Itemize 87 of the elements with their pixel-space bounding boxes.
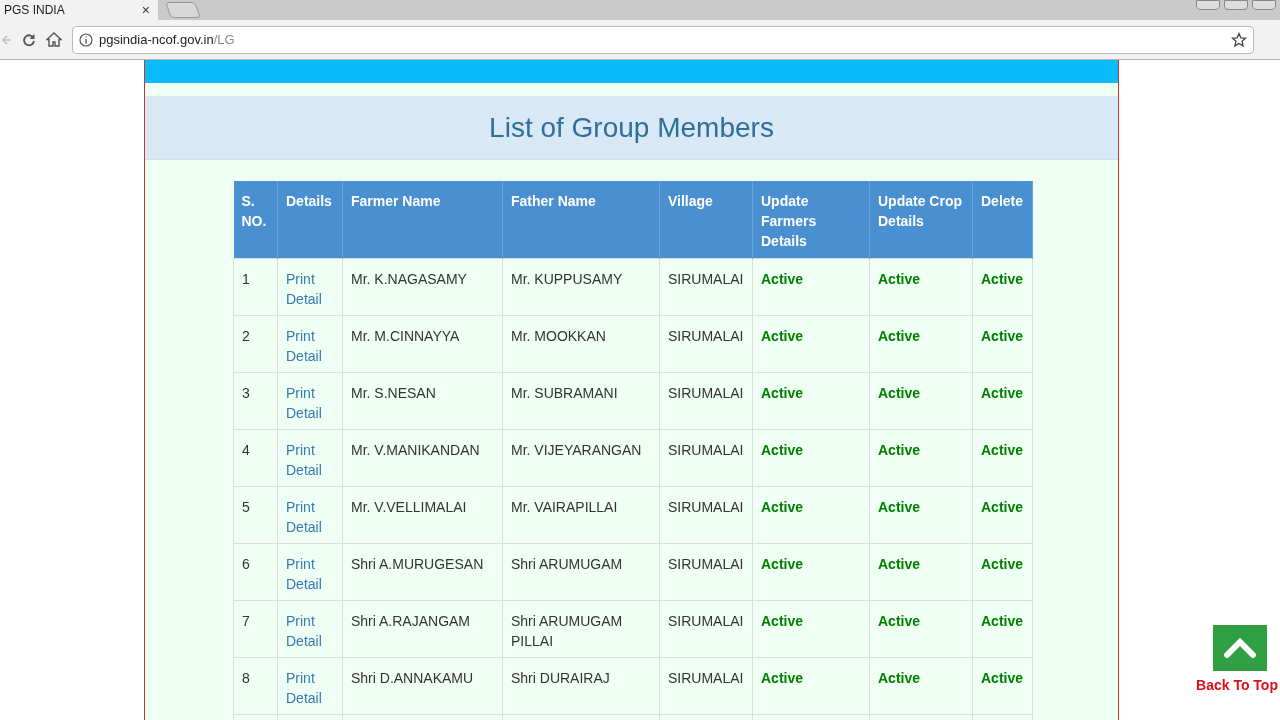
reload-icon[interactable]	[22, 32, 36, 47]
close-icon[interactable]: ×	[141, 0, 150, 21]
print-detail-link[interactable]: Print Detail	[286, 496, 334, 537]
status-cell: Active	[869, 429, 973, 486]
status-cell: Active	[752, 543, 870, 600]
table-cell: 1	[233, 258, 278, 315]
status-cell: Active	[752, 657, 870, 714]
status-cell: Active	[869, 315, 973, 372]
status-cell: Active	[869, 657, 973, 714]
table-cell: Mr. VIJEYARANGAN	[502, 429, 660, 486]
column-header: S. NO.	[233, 181, 278, 258]
status-cell: Active	[752, 258, 870, 315]
status-cell: Active	[869, 543, 973, 600]
table-cell: Mr. S.NESAN	[342, 372, 503, 429]
print-detail-link[interactable]: Print Detail	[286, 382, 334, 423]
table-cell: Shri DURAIRAJ	[502, 657, 660, 714]
table-cell: Mr. KUPPUSAMY	[502, 258, 660, 315]
table-cell: Shri A.RAJANGAM	[342, 600, 503, 657]
table-cell: Mr. M.CINNAYYA	[342, 315, 503, 372]
table-cell: 8	[233, 657, 278, 714]
table-cell: 6	[233, 543, 278, 600]
print-detail-link[interactable]: Print Detail	[286, 439, 334, 480]
print-detail-link[interactable]: Print Detail	[286, 268, 334, 309]
table-cell: SIRUMALAI	[659, 315, 753, 372]
table-cell: SIRUMALAI	[659, 258, 753, 315]
table-cell: 7	[233, 600, 278, 657]
new-tab-button[interactable]	[165, 2, 201, 18]
table-cell: SIRUMALAI	[659, 600, 753, 657]
table-cell: 3	[233, 372, 278, 429]
status-cell: Active	[972, 486, 1033, 543]
status-cell: Active	[752, 315, 870, 372]
print-detail-link[interactable]: Print Detail	[286, 325, 334, 366]
table-cell: 4	[233, 429, 278, 486]
table-cell: SIRUMALAI	[659, 657, 753, 714]
table-cell: 5	[233, 486, 278, 543]
status-cell: Active	[752, 429, 870, 486]
status-cell: Active	[972, 372, 1033, 429]
table-cell: SIRUMALAI	[659, 429, 753, 486]
status-cell: Active	[869, 258, 973, 315]
table-cell: Mr. MOOKKAN	[502, 315, 660, 372]
status-cell: Active	[972, 429, 1033, 486]
status-cell: Active	[752, 372, 870, 429]
table-cell: SIRUMALAI	[659, 486, 753, 543]
star-icon[interactable]	[1231, 31, 1247, 48]
table-cell: Mr. V.MANIKANDAN	[342, 429, 503, 486]
status-cell: Active	[869, 372, 973, 429]
status-cell: Active	[972, 600, 1033, 657]
print-detail-link[interactable]: Print Detail	[286, 610, 334, 651]
table-cell: SIRUMALAI	[659, 372, 753, 429]
column-header: Update Crop Details	[869, 181, 973, 258]
table-cell: Shri ARUMUGAM	[502, 543, 660, 600]
table-cell: Shri A.MURUGESAN	[342, 543, 503, 600]
status-cell: Active	[972, 657, 1033, 714]
page-heading: List of Group Members	[489, 110, 774, 145]
status-cell: Active	[752, 486, 870, 543]
url-text: pgsindia-ncof.gov.in/LG	[99, 30, 236, 49]
status-cell: Active	[752, 600, 870, 657]
print-detail-link[interactable]: Print Detail	[286, 667, 334, 708]
info-icon	[79, 32, 93, 47]
column-header: Village	[659, 181, 753, 258]
back-to-top-link[interactable]: Back To Top	[1196, 675, 1278, 696]
restore-button[interactable]	[1252, 0, 1276, 10]
status-cell: Active	[972, 258, 1033, 315]
status-cell: Active	[869, 486, 973, 543]
column-header: Delete	[972, 181, 1033, 258]
home-icon[interactable]	[46, 32, 62, 47]
table-cell: Mr. K.NAGASAMY	[342, 258, 503, 315]
table-cell: Mr. SUBRAMANI	[502, 372, 660, 429]
chevron-up-icon	[1223, 637, 1257, 659]
table-cell: 2	[233, 315, 278, 372]
table-cell: Mr. VAIRAPILLAI	[502, 486, 660, 543]
minimize-button[interactable]	[1224, 0, 1248, 10]
table-cell: Shri ARUMUGAM PILLAI	[502, 600, 660, 657]
status-cell: Active	[972, 315, 1033, 372]
status-cell: Active	[869, 600, 973, 657]
column-header: Details	[277, 181, 343, 258]
column-header: Update Farmers Details	[752, 181, 870, 258]
back-to-top-button[interactable]	[1213, 625, 1267, 671]
status-cell: Active	[972, 543, 1033, 600]
column-header: Farmer Name	[342, 181, 503, 258]
column-header: Father Name	[502, 181, 660, 258]
print-detail-link[interactable]: Print Detail	[286, 553, 334, 594]
table-cell: Shri D.ANNAKAMU	[342, 657, 503, 714]
table-cell: Mr. V.VELLIMALAI	[342, 486, 503, 543]
browser-tab[interactable]: PGS INDIA ×	[0, 0, 158, 20]
address-bar[interactable]: pgsindia-ncof.gov.in/LG	[72, 25, 1254, 54]
table-cell: SIRUMALAI	[659, 543, 753, 600]
